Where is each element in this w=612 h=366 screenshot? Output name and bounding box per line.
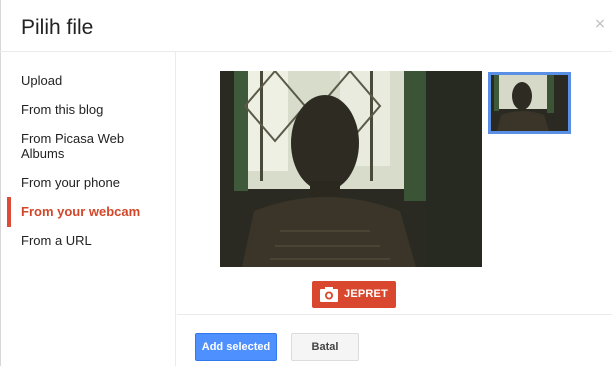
file-picker-dialog: Pilih file × Upload From this blog From … <box>0 0 612 366</box>
sidebar-item-from-your-webcam[interactable]: From your webcam <box>0 204 176 219</box>
dialog-footer: Add selected Batal <box>177 314 612 366</box>
add-selected-button[interactable]: Add selected <box>195 333 277 361</box>
webcam-preview <box>220 71 482 267</box>
cancel-button[interactable]: Batal <box>291 333 359 361</box>
close-icon[interactable]: × <box>594 17 606 31</box>
take-snapshot-button[interactable]: JEPRET <box>312 281 396 308</box>
webcam-image <box>220 71 482 267</box>
camera-icon <box>320 287 338 302</box>
thumbnail-image <box>491 75 568 131</box>
sidebar-item-from-a-url[interactable]: From a URL <box>0 233 176 248</box>
dialog-title: Pilih file <box>21 16 94 39</box>
snapshot-thumbnail[interactable] <box>488 72 571 134</box>
dialog-header: Pilih file × <box>0 0 612 52</box>
sidebar-item-from-this-blog[interactable]: From this blog <box>0 102 176 117</box>
sidebar-item-upload[interactable]: Upload <box>0 73 176 88</box>
sidebar-item-from-your-phone[interactable]: From your phone <box>0 175 176 190</box>
take-snapshot-label: JEPRET <box>344 288 388 300</box>
source-sidebar: Upload From this blog From Picasa Web Al… <box>0 52 176 366</box>
webcam-panel: JEPRET <box>177 52 612 314</box>
sidebar-item-from-picasa-web-albums[interactable]: From Picasa Web Albums <box>0 131 150 161</box>
